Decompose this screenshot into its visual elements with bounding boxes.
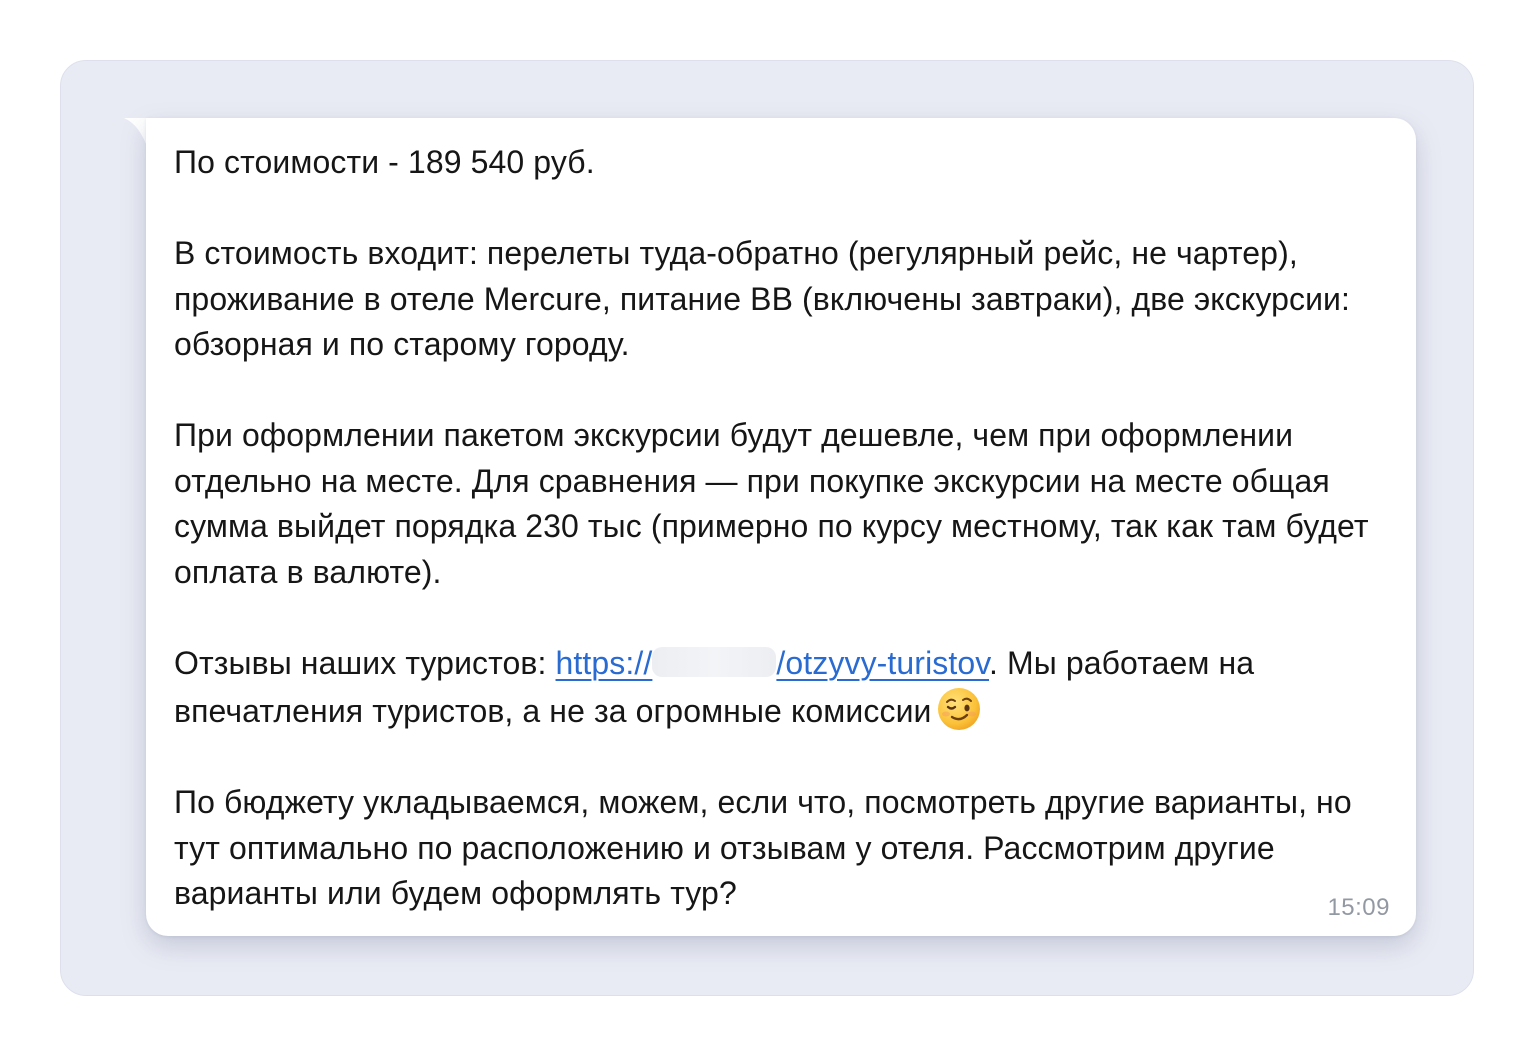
message-text: По стоимости - 189 540 руб. В стоимость … (174, 140, 1399, 917)
message-paragraph-reviews: Отзывы наших туристов: https:// /otzyvy-t… (174, 641, 1399, 735)
bubble-tail (124, 118, 148, 144)
message-timestamp: 15:09 (1327, 894, 1390, 921)
winking-smile-emoji-icon (937, 688, 980, 730)
reviews-link-prefix: https:// (555, 644, 653, 681)
message-bubble[interactable]: По стоимости - 189 540 руб. В стоимость … (146, 118, 1416, 936)
message-paragraph-comparison: При оформлении пакетом экскурсии будут д… (174, 417, 1369, 590)
message-paragraph-price: По стоимости - 189 540 руб. (174, 144, 595, 180)
message-paragraph-included: В стоимость входит: перелеты туда-обратн… (174, 235, 1351, 362)
message-paragraph-budget: По бюджету укладываемся, можем, если что… (174, 784, 1352, 911)
reviews-link-suffix: /otzyvy-turistov (776, 644, 989, 681)
reviews-intro-text: Отзывы наших туристов: (174, 644, 556, 681)
redacted-domain (652, 646, 777, 677)
reviews-link[interactable]: https:// /otzyvy-turistov (556, 645, 989, 681)
